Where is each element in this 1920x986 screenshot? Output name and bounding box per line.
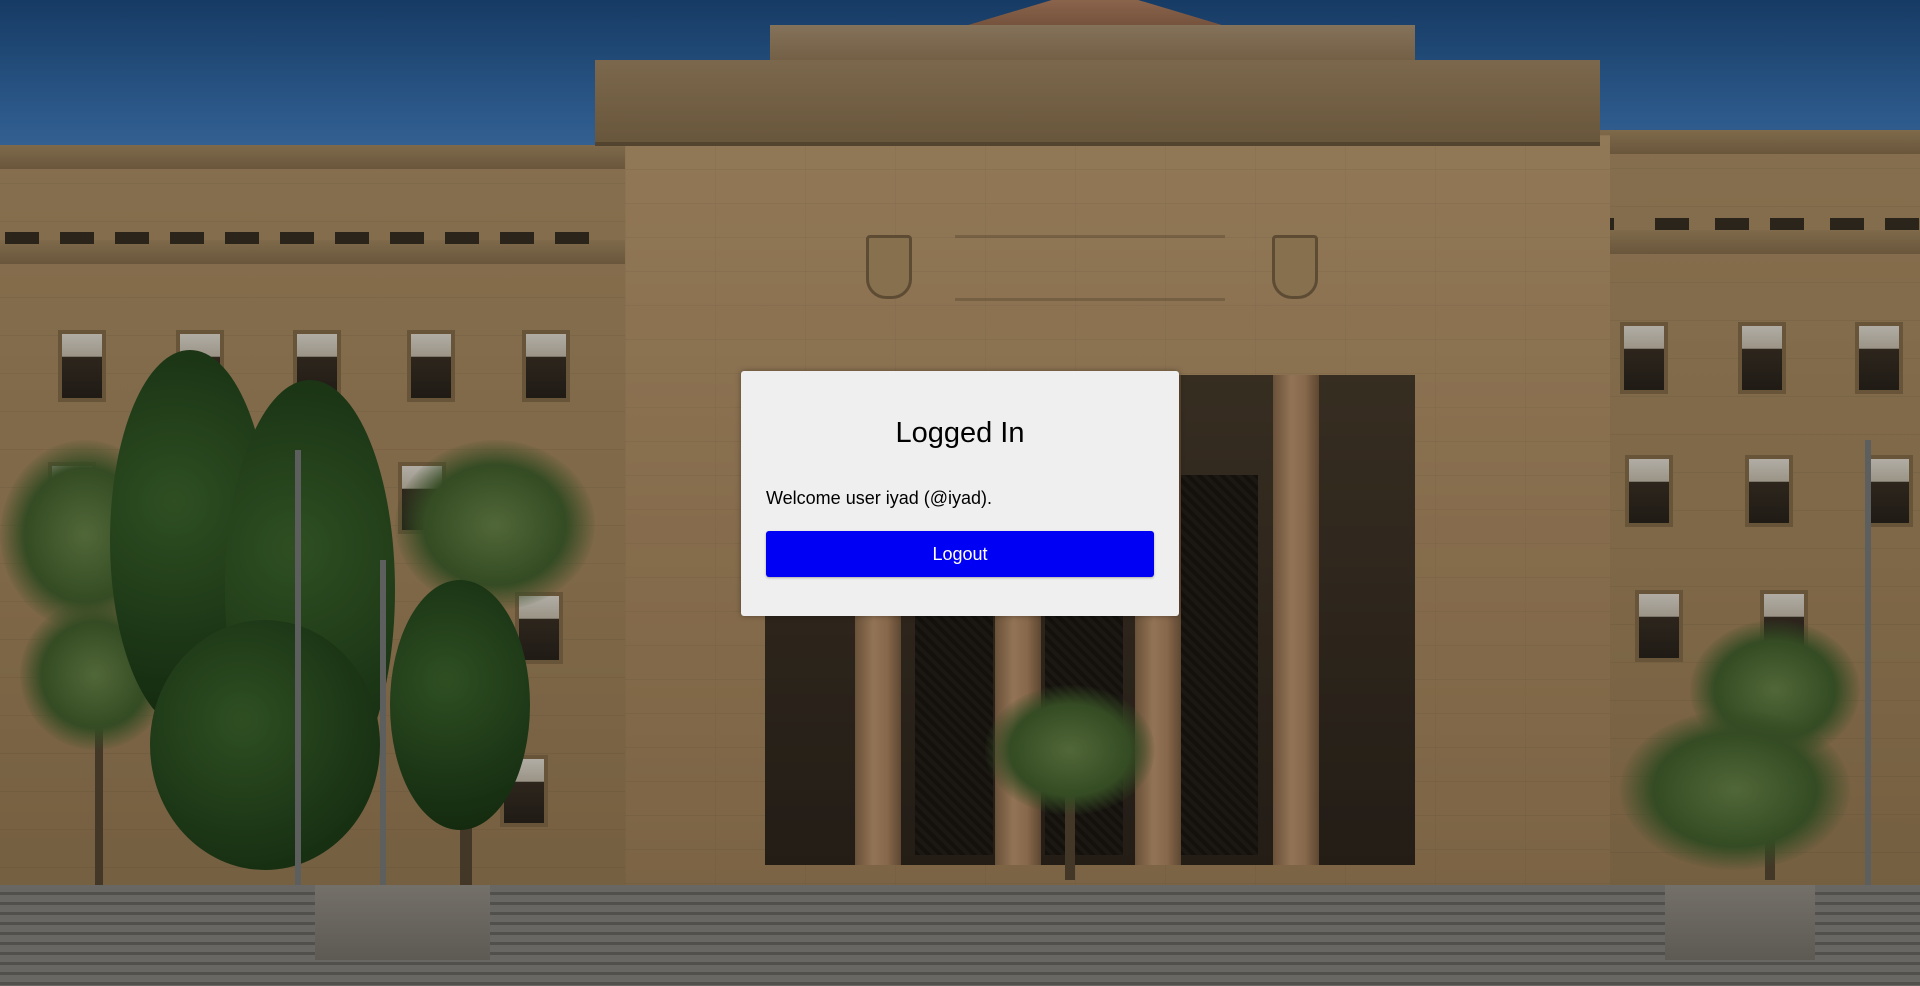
logout-button[interactable]: Logout [766,531,1154,577]
welcome-message: Welcome user iyad (@iyad). [766,488,993,508]
logged-in-card: Logged In Welcome user iyad (@iyad). Log… [741,371,1179,616]
card-title: Logged In [895,417,1025,449]
